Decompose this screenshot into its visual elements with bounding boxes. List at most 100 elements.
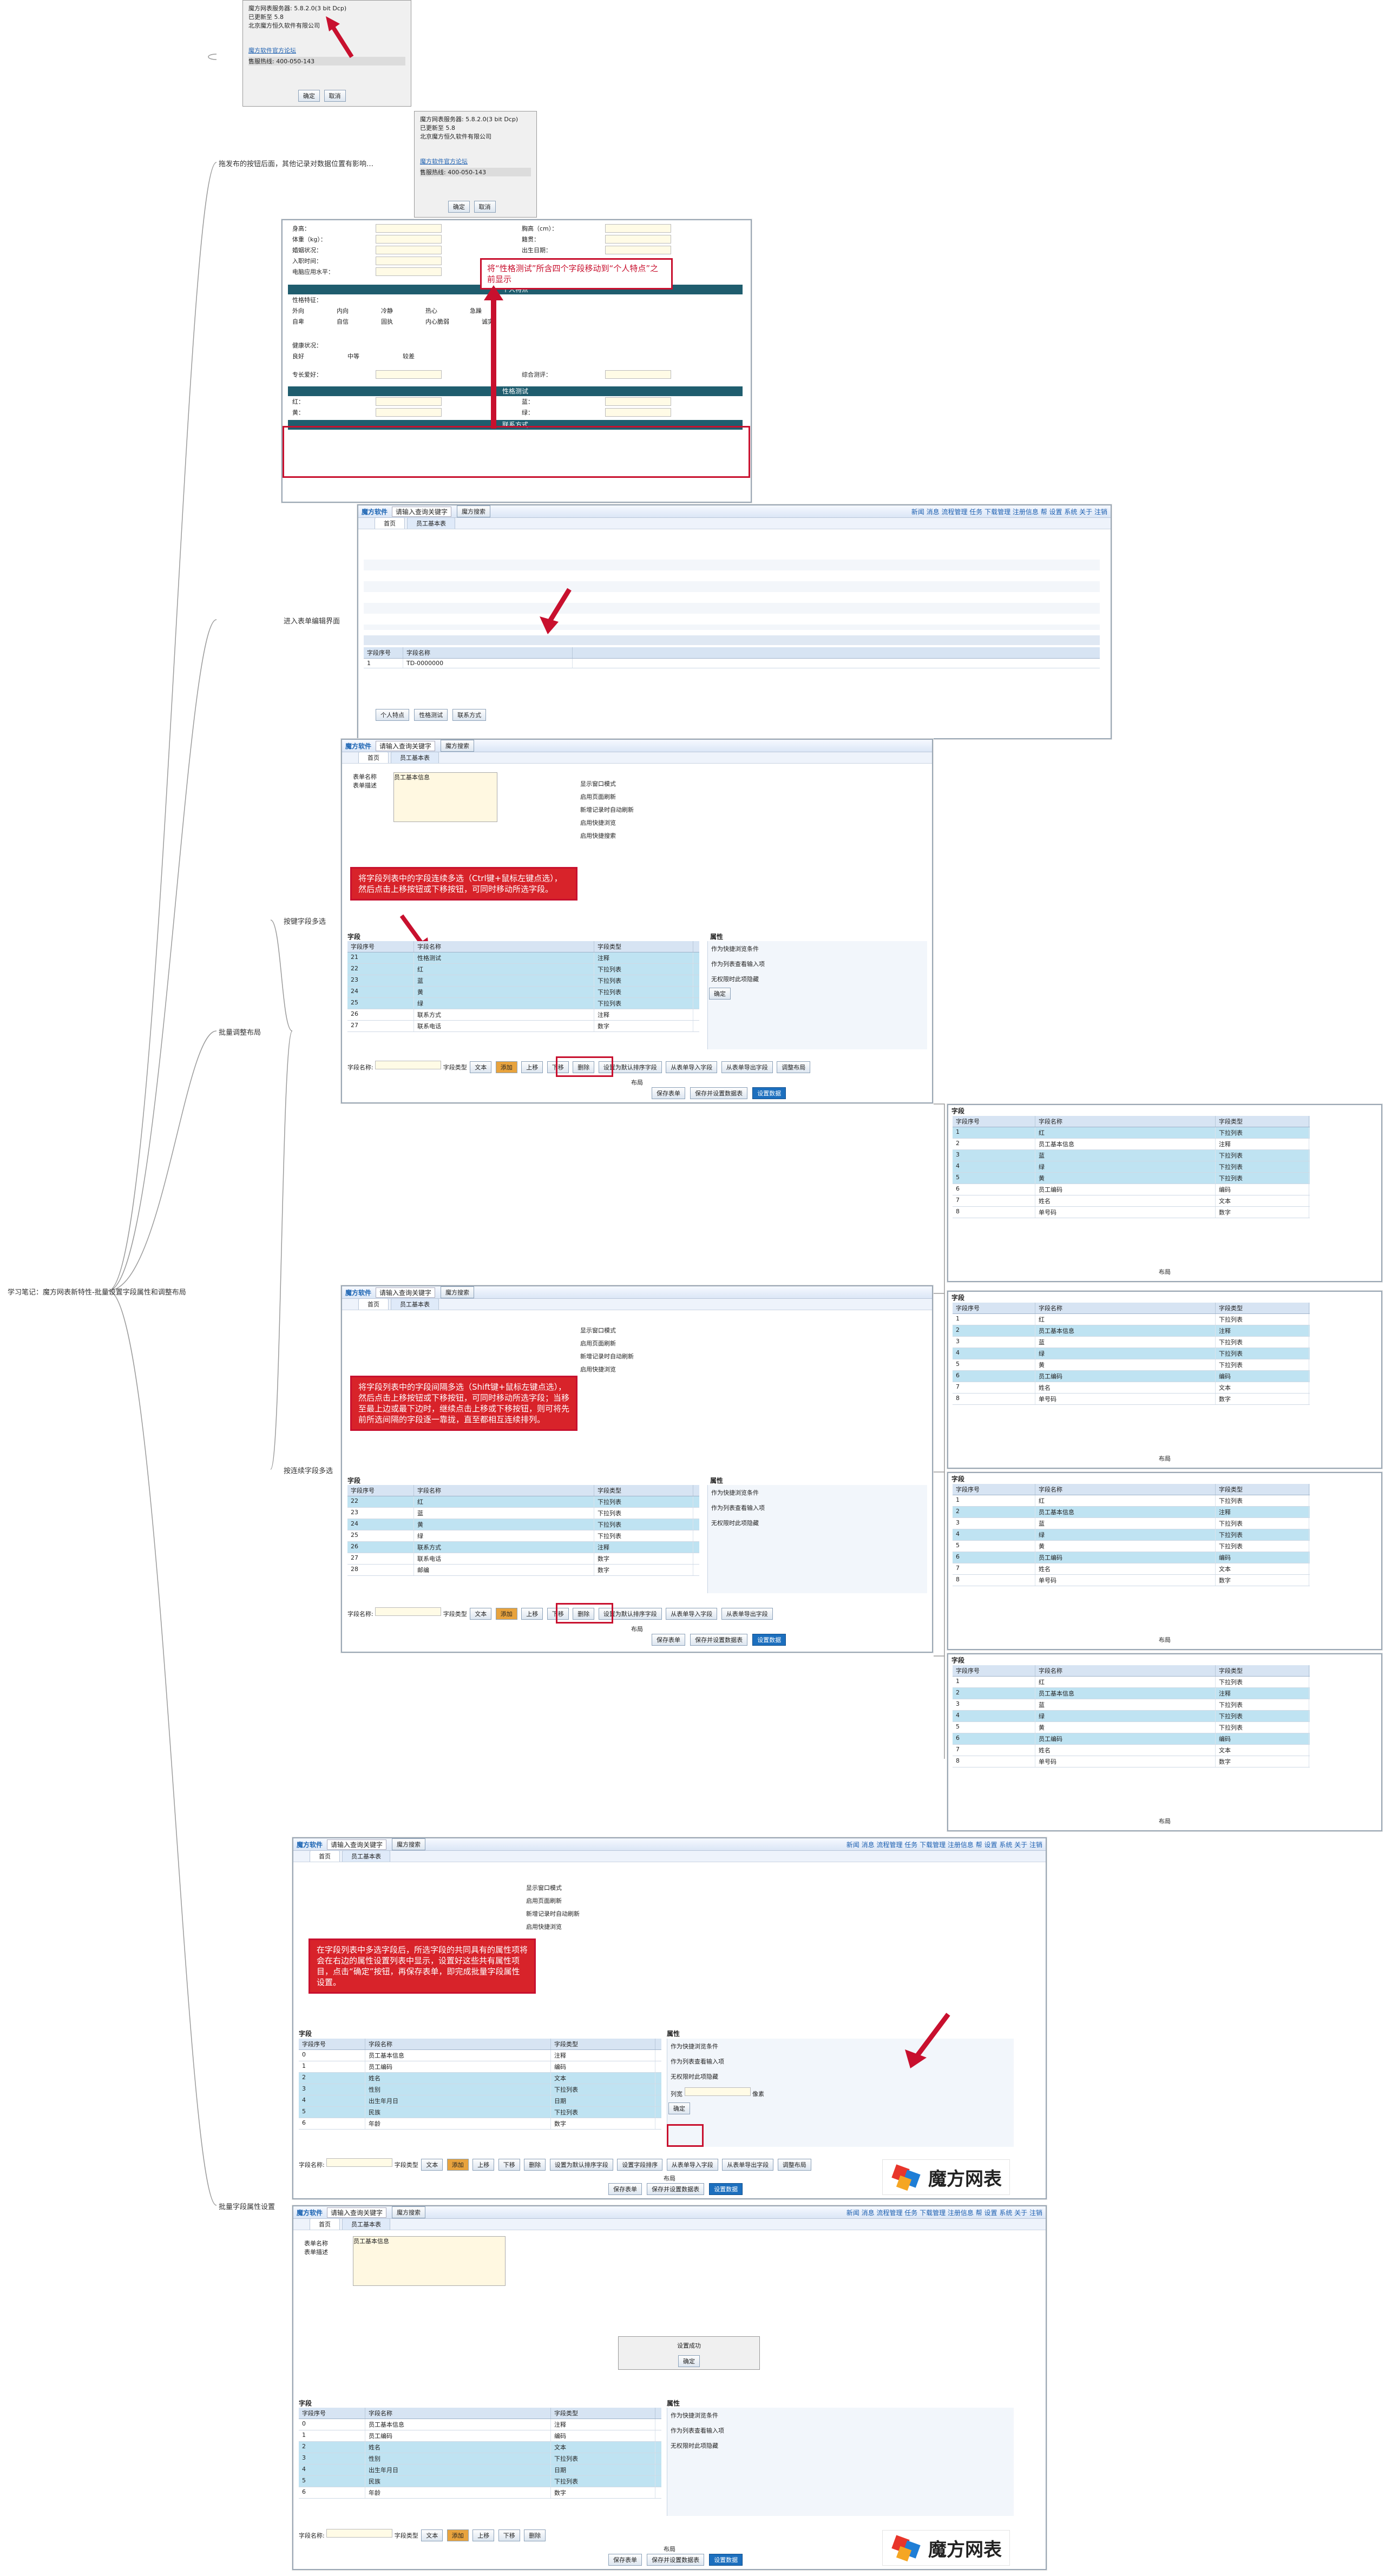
trait-confident[interactable]: 自信	[337, 317, 349, 326]
ctrl-set-data-button[interactable]: 设置数据	[752, 1087, 786, 1099]
attr2-form-desc[interactable]: 员工基本信息	[353, 2236, 506, 2286]
table-row[interactable]: 24 黄下拉列表	[347, 987, 699, 998]
table-row[interactable]: 6 员工编码 编码	[953, 1733, 1310, 1745]
table-row[interactable]: 7 姓名 文本	[953, 1382, 1310, 1394]
bottom-tab-3[interactable]: 联系方式	[452, 709, 487, 721]
attr2-prop-4[interactable]: 无权限时此项隐藏	[667, 2438, 1014, 2453]
ctrl-confirm-button[interactable]: 确定	[709, 988, 731, 1000]
table-row[interactable]: 6 员工编码 编码	[953, 1184, 1310, 1195]
attr-setting-2[interactable]: 启用页面刷新	[526, 1895, 580, 1908]
ctrl-prop-0[interactable]: 作为快捷浏览条件	[708, 941, 927, 956]
attr2-field-name-input[interactable]	[326, 2529, 393, 2538]
table-row[interactable]: 4 绿下拉列表	[953, 1529, 1310, 1541]
shift-tab-table[interactable]: 员工基本表	[391, 1298, 439, 1310]
table-row[interactable]: 0 员工基本信息 注释	[299, 2419, 661, 2430]
ctrl-save-button[interactable]: 保存表单	[652, 1087, 685, 1099]
table-row[interactable]: 6 员工编码 编码	[953, 1552, 1310, 1563]
attr-import-button[interactable]: 从表单导入字段	[666, 2159, 718, 2171]
table-row[interactable]: 27 联系电话 数字	[347, 1553, 699, 1565]
bottom-tab-2[interactable]: 性格测试	[414, 709, 448, 721]
table-row[interactable]: 3 蓝下拉列表	[953, 1150, 1310, 1161]
attr-prop-2[interactable]: 作为列表查看输入项	[667, 2054, 1014, 2069]
attr-search-button[interactable]: 魔方搜索	[392, 1838, 426, 1850]
shift-add-button[interactable]: 添加	[495, 1608, 517, 1620]
table-row[interactable]: 0 员工基本信息 注释	[299, 2050, 661, 2061]
shift-setting-2[interactable]: 启用页面刷新	[580, 1337, 634, 1350]
save-success-ok-button[interactable]: 确定	[678, 2355, 700, 2367]
table-row[interactable]: 6 年龄 数字	[299, 2487, 661, 2499]
attr-layout-button[interactable]: 调整布局	[777, 2159, 811, 2171]
table-row[interactable]: 2 姓名 文本	[299, 2442, 661, 2453]
attr2-search-button[interactable]: 魔方搜索	[392, 2206, 426, 2218]
table-row[interactable]: 27 联系电话 数字	[347, 1021, 699, 1032]
trait-introvert[interactable]: 内向	[337, 306, 349, 315]
shift-field-name-input[interactable]	[375, 1607, 442, 1616]
table-row[interactable]: 5 民族 下拉列表	[299, 2476, 661, 2487]
about2-cancel-button[interactable]: 取消	[474, 201, 496, 213]
table-row[interactable]: 5 黄下拉列表	[953, 1722, 1310, 1733]
table-row[interactable]: 5 黄下拉列表	[953, 1541, 1310, 1552]
attr-default-sort-button[interactable]: 设置为默认排序字段	[549, 2159, 613, 2171]
ctrl-setting-2[interactable]: 启用页面刷新	[580, 791, 634, 804]
shift-prop-2[interactable]: 作为列表查看输入项	[708, 1500, 927, 1515]
attr2-set-data-button[interactable]: 设置数据	[709, 2554, 743, 2566]
attr2-field-type-select[interactable]: 文本	[421, 2529, 443, 2541]
table-row[interactable]: 4 绿下拉列表	[953, 1711, 1310, 1722]
shift-export-button[interactable]: 从表单导出字段	[721, 1608, 773, 1620]
table-row[interactable]: 7 姓名 文本	[953, 1195, 1310, 1207]
ctrl-form-desc[interactable]: 员工基本信息	[393, 772, 497, 822]
marriage-field[interactable]	[376, 246, 442, 254]
shift-search-button[interactable]: 魔方搜索	[441, 1286, 475, 1298]
attr2-tab-table[interactable]: 员工基本表	[342, 2218, 390, 2230]
about-cancel-button[interactable]: 取消	[324, 90, 346, 102]
shift-set-data-button[interactable]: 设置数据	[752, 1634, 786, 1646]
table-row[interactable]: 5 黄下拉列表	[953, 1359, 1310, 1371]
table-row[interactable]: 8 单号码 数字	[953, 1207, 1310, 1218]
tab-home[interactable]: 首页	[375, 517, 405, 529]
ctrl-prop-2[interactable]: 作为列表查看输入项	[708, 956, 927, 971]
ctrl-import-button[interactable]: 从表单导入字段	[666, 1061, 718, 1073]
ctrl-setting-6[interactable]: 启用快捷浏览	[580, 817, 634, 830]
table-row[interactable]: 1 红下拉列表	[953, 1677, 1310, 1688]
table-row[interactable]: 1 员工编码 编码	[299, 2061, 661, 2073]
attr-prop-0[interactable]: 作为快捷浏览条件	[667, 2039, 1014, 2054]
shift-prop-4[interactable]: 无权限时此项隐藏	[708, 1515, 927, 1530]
table-row[interactable]: 7 姓名 文本	[953, 1563, 1310, 1575]
about2-link[interactable]: 魔方软件官方论坛	[420, 157, 531, 166]
table-row[interactable]: 4 绿下拉列表	[953, 1161, 1310, 1173]
attr-move-down-button[interactable]: 下移	[498, 2159, 520, 2171]
hobby-field[interactable]	[376, 370, 442, 379]
table-row[interactable]: 1 红下拉列表	[953, 1127, 1310, 1139]
ctrl-tab-home[interactable]: 首页	[358, 752, 389, 763]
tab-employee-table[interactable]: 员工基本表	[407, 517, 455, 529]
table-row[interactable]: 2 员工基本信息 注释	[953, 1139, 1310, 1150]
table-row[interactable]: 21 性格测试 注释	[347, 952, 699, 964]
green-field[interactable]	[605, 408, 671, 417]
ctrl-search-button[interactable]: 魔方搜索	[441, 740, 475, 752]
height-field[interactable]	[376, 224, 442, 233]
attr-field-name-input[interactable]	[326, 2158, 393, 2167]
ctrl-add-button[interactable]: 添加	[495, 1061, 517, 1073]
attr-prop-4[interactable]: 无权限时此项隐藏	[667, 2069, 1014, 2084]
trait-stubborn[interactable]: 固执	[381, 317, 393, 326]
ctrl-layout-button[interactable]: 调整布局	[777, 1061, 811, 1073]
ctrl-search-input[interactable]: 请输入查询关键字	[376, 740, 436, 751]
table-row[interactable]: 8 单号码 数字	[953, 1394, 1310, 1405]
shift-setting-0[interactable]: 显示窗口模式	[580, 1324, 634, 1337]
table-row[interactable]: 22 红下拉列表	[347, 1496, 699, 1508]
table-row[interactable]: 6 员工编码 编码	[953, 1371, 1310, 1382]
shift-save-button[interactable]: 保存表单	[652, 1634, 685, 1646]
attr2-search-input[interactable]: 请输入查询关键字	[327, 2207, 387, 2218]
health-poor[interactable]: 较差	[403, 352, 415, 360]
shift-prop-0[interactable]: 作为快捷浏览条件	[708, 1485, 927, 1500]
table-row[interactable]: 5 黄下拉列表	[953, 1173, 1310, 1184]
join-date-field[interactable]	[376, 257, 442, 265]
attr2-delete-button[interactable]: 删除	[524, 2529, 546, 2541]
table-row[interactable]: 2 员工基本信息 注释	[953, 1507, 1310, 1518]
yellow-field[interactable]	[376, 408, 442, 417]
table-row[interactable]: 5 民族 下拉列表	[299, 2107, 661, 2118]
attr-sort-button[interactable]: 设置字段排序	[617, 2159, 663, 2171]
shift-setting-6[interactable]: 启用快捷浏览	[580, 1363, 634, 1376]
shift-tab-home[interactable]: 首页	[358, 1298, 389, 1310]
origin-field[interactable]	[605, 235, 671, 244]
